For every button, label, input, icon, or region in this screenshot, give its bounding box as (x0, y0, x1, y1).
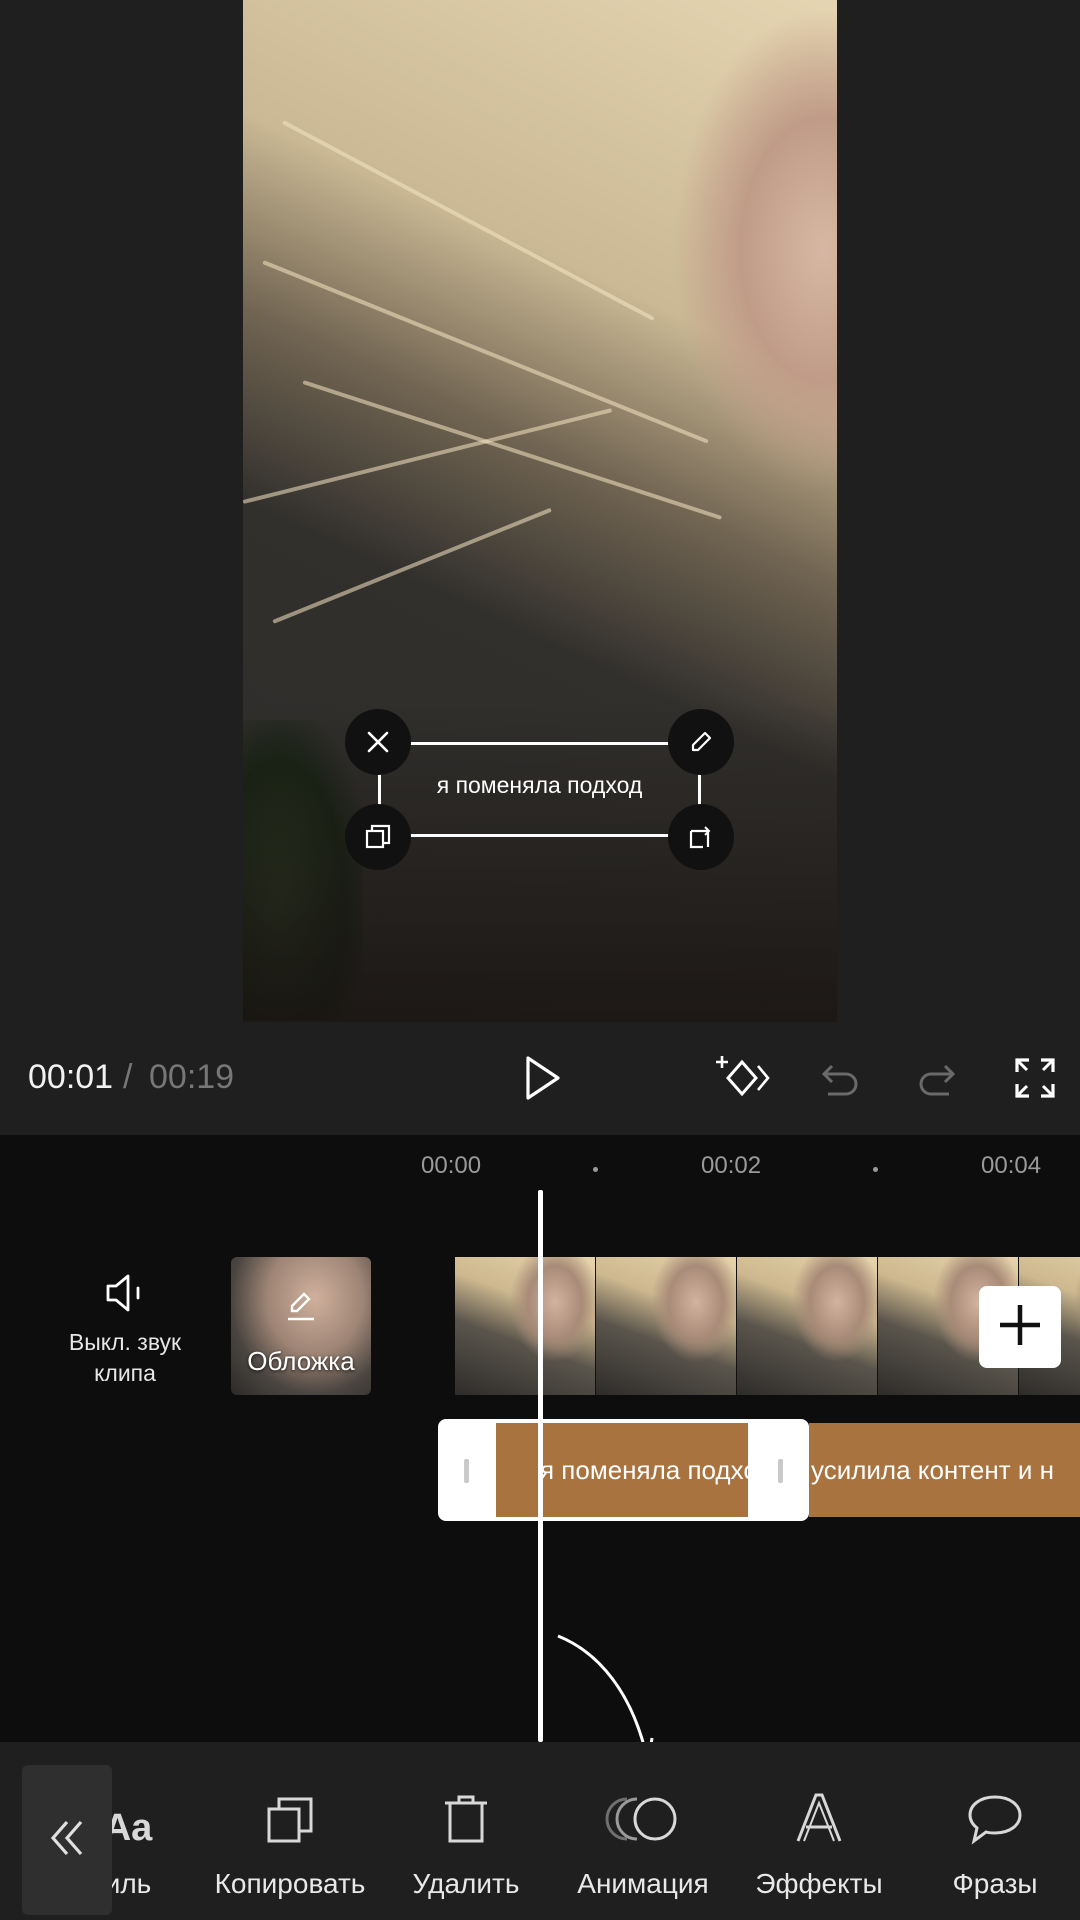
video-preview-area: я поменяла подход (0, 0, 1080, 1030)
toolbar-label: Копировать (214, 1868, 366, 1899)
close-icon[interactable] (345, 709, 411, 775)
animation-icon (605, 1793, 681, 1850)
delete-icon (441, 1793, 491, 1850)
ruler-label: 00:02 (701, 1152, 762, 1179)
ruler-label: 00:00 (421, 1152, 482, 1179)
copy-icon (265, 1795, 315, 1850)
plus-icon (996, 1301, 1044, 1354)
toolbar-label: Эффекты (755, 1868, 883, 1899)
play-icon[interactable] (512, 1050, 572, 1106)
ruler-dot (873, 1167, 878, 1172)
duplicate-icon[interactable] (345, 804, 411, 870)
filmstrip-frame (737, 1257, 878, 1395)
speech-bubble-icon (966, 1793, 1024, 1850)
text-clip-selected[interactable]: я поменяла подход (438, 1419, 809, 1521)
text-effects-icon (792, 1791, 846, 1850)
current-time: 00:01 (28, 1058, 114, 1096)
edit-pencil-icon[interactable] (668, 709, 734, 775)
text-clip-label: усилила контент и н (811, 1455, 1054, 1485)
redo-icon[interactable] (907, 1050, 967, 1106)
trim-handle-right[interactable] (778, 1459, 783, 1483)
speaker-icon (102, 1274, 148, 1320)
total-time: 00:19 (149, 1058, 235, 1096)
time-separator: / (123, 1058, 133, 1096)
toolbar-item-delete[interactable]: Удалить (408, 1790, 524, 1910)
toolbar-label: Фразы (952, 1868, 1038, 1899)
toolbar-item-effects[interactable]: Эффекты (752, 1790, 886, 1910)
overlay-caption[interactable]: я поменяла подход (378, 772, 701, 799)
filmstrip-frame (455, 1257, 596, 1395)
text-overlay-box[interactable]: я поменяла подход (378, 742, 701, 837)
text-clip[interactable]: усилила контент и н (809, 1423, 1080, 1517)
fullscreen-icon[interactable] (1005, 1050, 1065, 1106)
undo-icon[interactable] (810, 1050, 870, 1106)
text-clip-label: я поменяла подход (540, 1455, 748, 1485)
ruler-label: 00:04 (981, 1152, 1042, 1179)
video-frame[interactable] (243, 0, 837, 1022)
double-chevron-left-icon (45, 1816, 89, 1865)
trim-handle-left[interactable] (464, 1459, 469, 1483)
toolbar-label: Удалить (412, 1868, 520, 1899)
mute-clip-button[interactable]: Выкл. звук клипа (55, 1270, 195, 1410)
edit-pencil-icon (284, 1289, 318, 1328)
cover-button[interactable]: Обложка (231, 1257, 371, 1395)
collapse-toolbar-button[interactable] (22, 1765, 112, 1915)
toolbar-item-phrases[interactable]: Фразы (940, 1790, 1050, 1910)
rotate-scale-icon[interactable] (668, 804, 734, 870)
toolbar-label: Анимация (577, 1868, 709, 1899)
add-keyframe-icon[interactable] (710, 1050, 776, 1106)
add-clip-button[interactable] (979, 1286, 1061, 1368)
playhead[interactable] (538, 1190, 543, 1742)
toolbar-item-animation[interactable]: Анимация (573, 1790, 713, 1910)
filmstrip-frame (596, 1257, 737, 1395)
cover-label: Обложка (247, 1346, 355, 1376)
ruler-dot (593, 1167, 598, 1172)
text-track[interactable]: я поменяла подход усилила контент и н (438, 1419, 1080, 1521)
toolbar-item-copy[interactable]: Копировать (206, 1790, 374, 1910)
mute-clip-label: Выкл. звук клипа (68, 1329, 182, 1386)
